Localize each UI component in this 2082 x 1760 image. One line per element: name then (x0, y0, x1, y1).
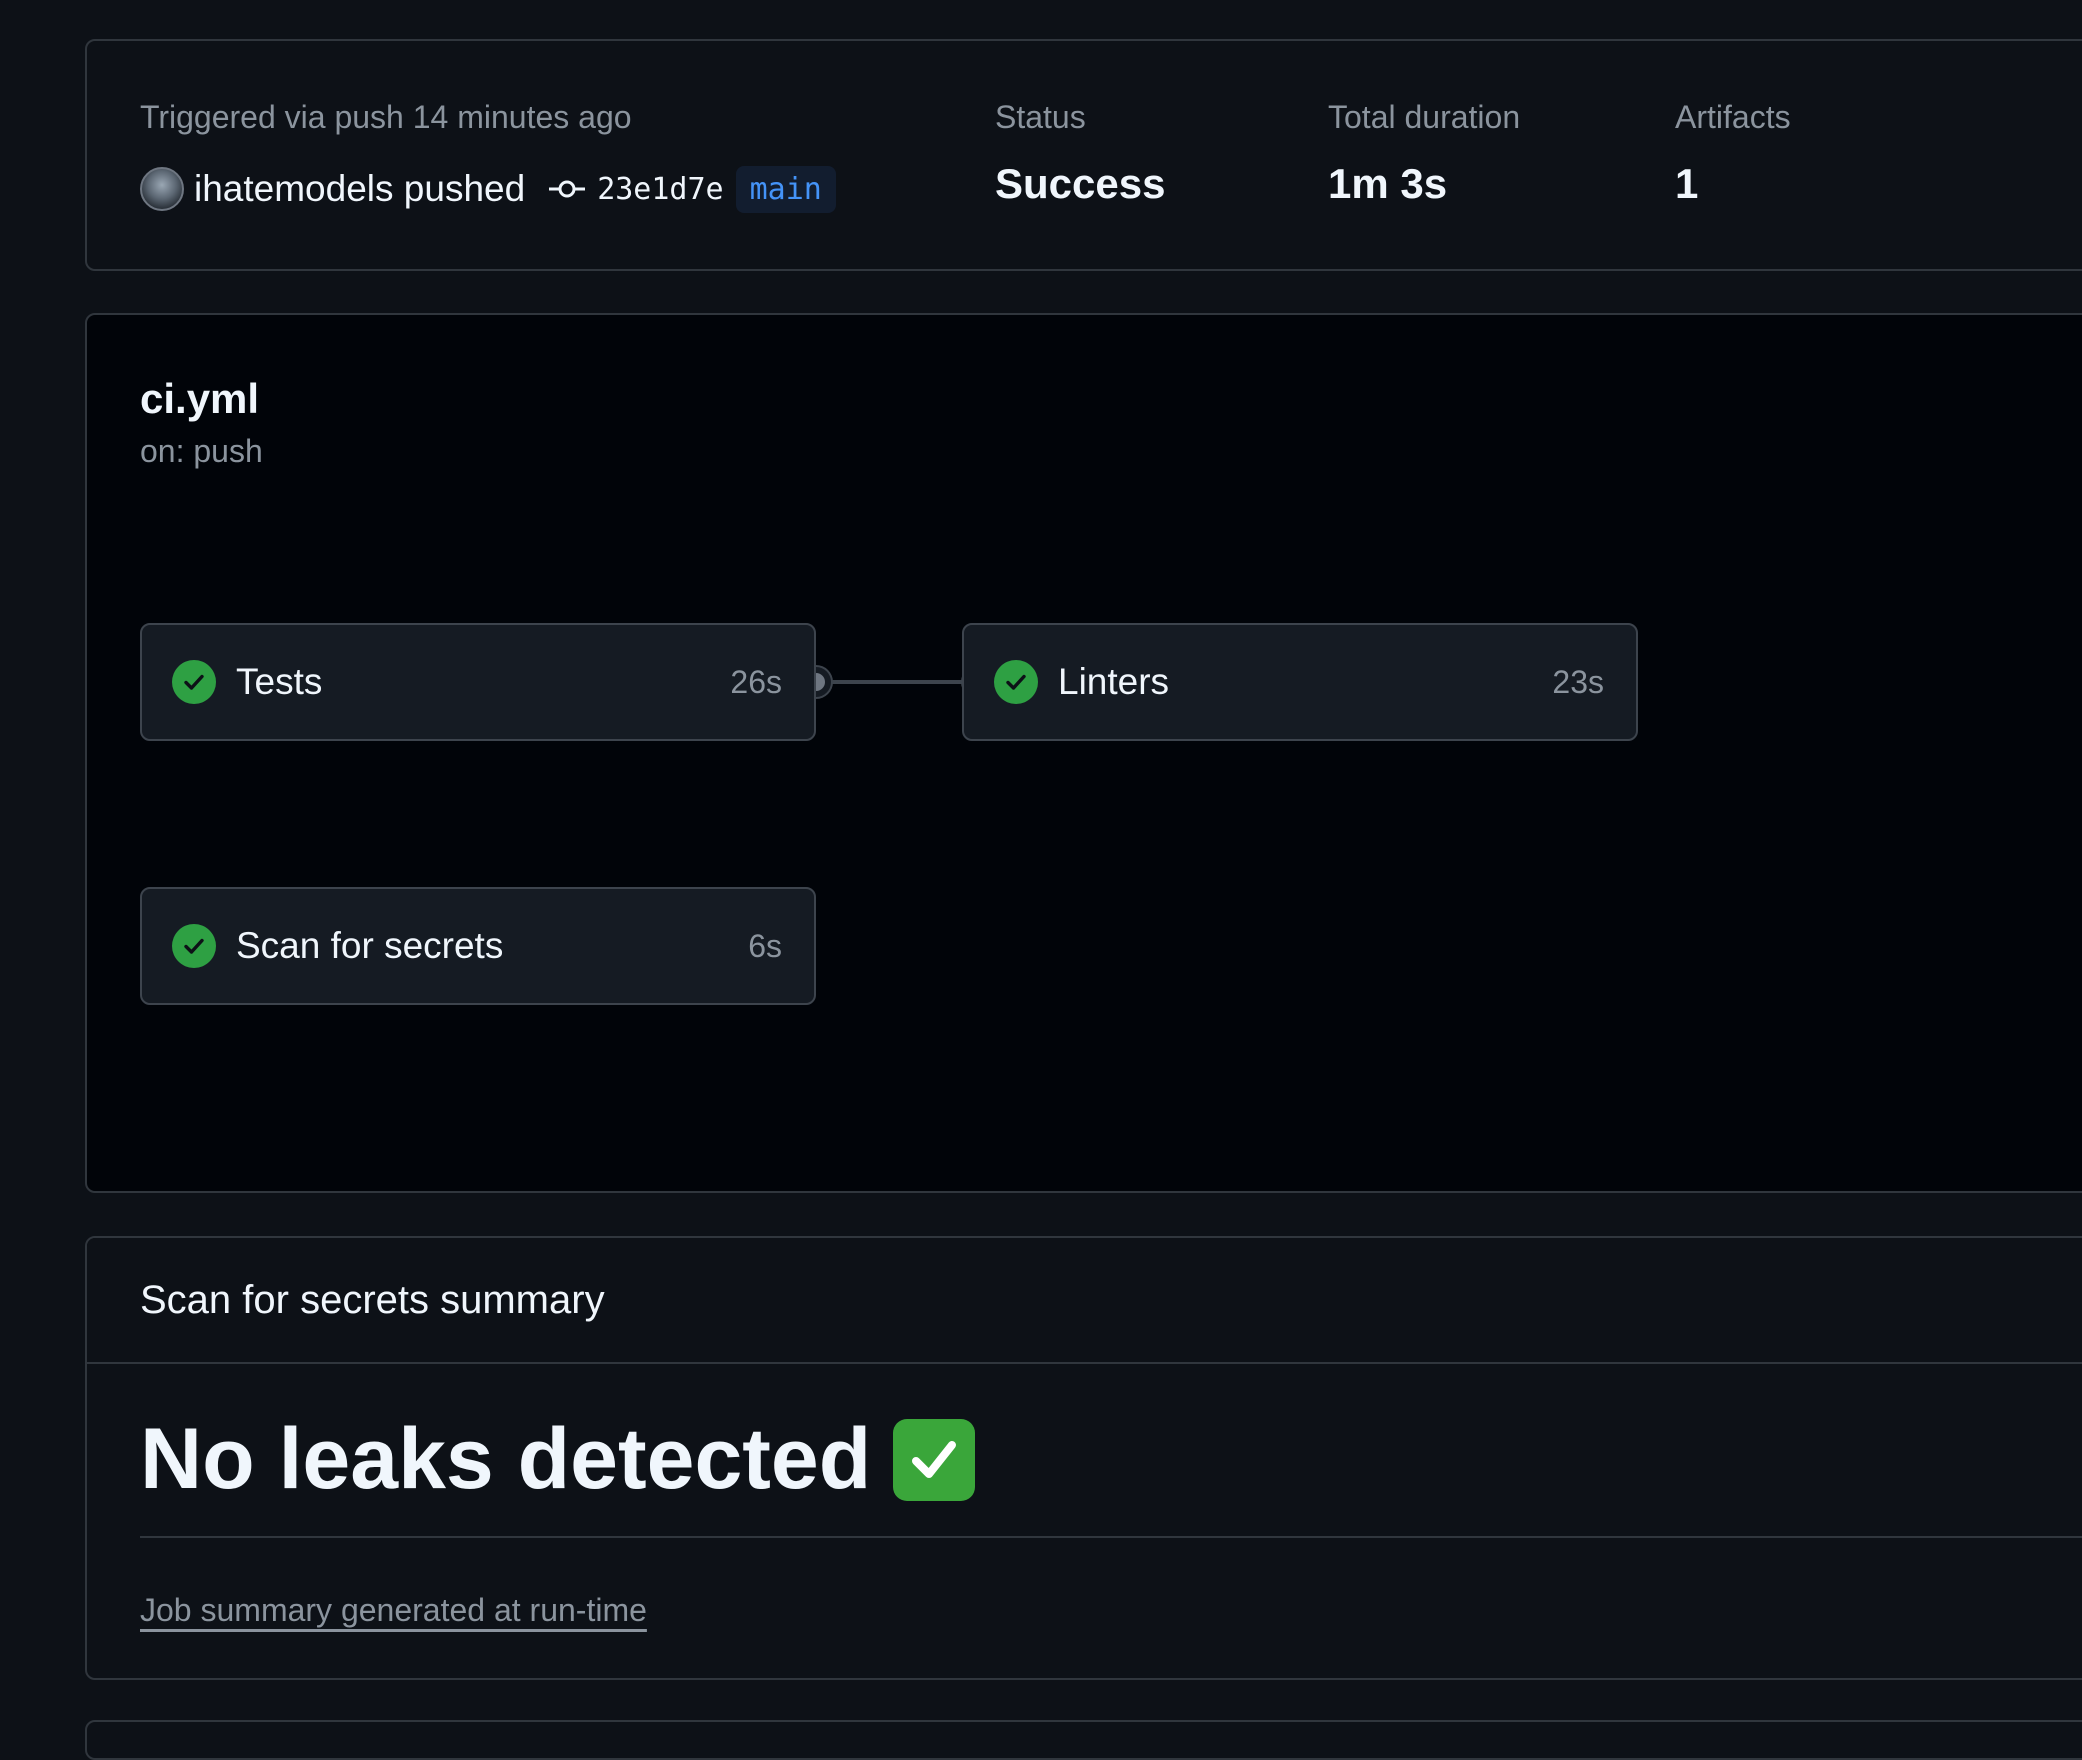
job-duration: 6s (748, 927, 782, 964)
status-value: Success (995, 160, 1166, 207)
status-label: Status (995, 99, 1086, 135)
commit-sha-link[interactable]: 23e1d7e (597, 172, 723, 207)
pusher-link[interactable]: ihatemodels pushed (194, 168, 525, 210)
summary-divider (140, 1536, 2082, 1538)
job-name: Tests (236, 661, 323, 702)
white-heavy-check-mark-icon (893, 1418, 976, 1501)
check-circle-icon (994, 660, 1038, 704)
artifacts-label: Artifacts (1675, 99, 1791, 135)
duration-label: Total duration (1328, 99, 1521, 135)
job-duration: 26s (730, 663, 782, 700)
trigger-text: Triggered via push 14 minutes ago (140, 99, 632, 135)
branch-label[interactable]: main (735, 165, 836, 213)
job-tests[interactable]: Tests 26s (140, 623, 816, 741)
run-summary-card: Triggered via push 14 minutes ago ihatem… (85, 39, 2082, 271)
job-duration: 23s (1552, 663, 1604, 700)
next-section-card (85, 1720, 2082, 1760)
job-name: Scan for secrets (236, 925, 504, 966)
job-summary-title: Scan for secrets summary (87, 1238, 2082, 1364)
push-info: ihatemodels pushed 23e1d7e main (140, 158, 836, 220)
job-dependency-connector (814, 680, 976, 684)
check-circle-icon (172, 660, 216, 704)
job-scan-for-secrets[interactable]: Scan for secrets 6s (140, 887, 816, 1005)
job-name: Linters (1058, 661, 1170, 702)
workflow-graph: ci.yml on: push Tests 26s Linters 23s Sc… (85, 313, 2082, 1193)
job-linters[interactable]: Linters 23s (962, 623, 1638, 741)
status-stat: Status Success (995, 99, 1165, 208)
check-circle-icon (172, 924, 216, 968)
duration-stat: Total duration 1m 3s (1328, 99, 1520, 208)
workflow-trigger: on: push (140, 433, 263, 469)
duration-value: 1m 3s (1328, 160, 1448, 207)
summary-heading: No leaks detected (140, 1410, 976, 1509)
summary-heading-text: No leaks detected (140, 1411, 872, 1507)
job-summary-runtime-link[interactable]: Job summary generated at run-time (140, 1592, 647, 1629)
job-summary-card: Scan for secrets summary No leaks detect… (85, 1236, 2082, 1680)
git-commit-icon (549, 180, 586, 198)
artifacts-value[interactable]: 1 (1675, 160, 1791, 208)
workflow-file-name[interactable]: ci.yml (140, 375, 259, 423)
artifacts-stat: Artifacts 1 (1675, 99, 1791, 208)
user-avatar[interactable] (140, 167, 184, 211)
